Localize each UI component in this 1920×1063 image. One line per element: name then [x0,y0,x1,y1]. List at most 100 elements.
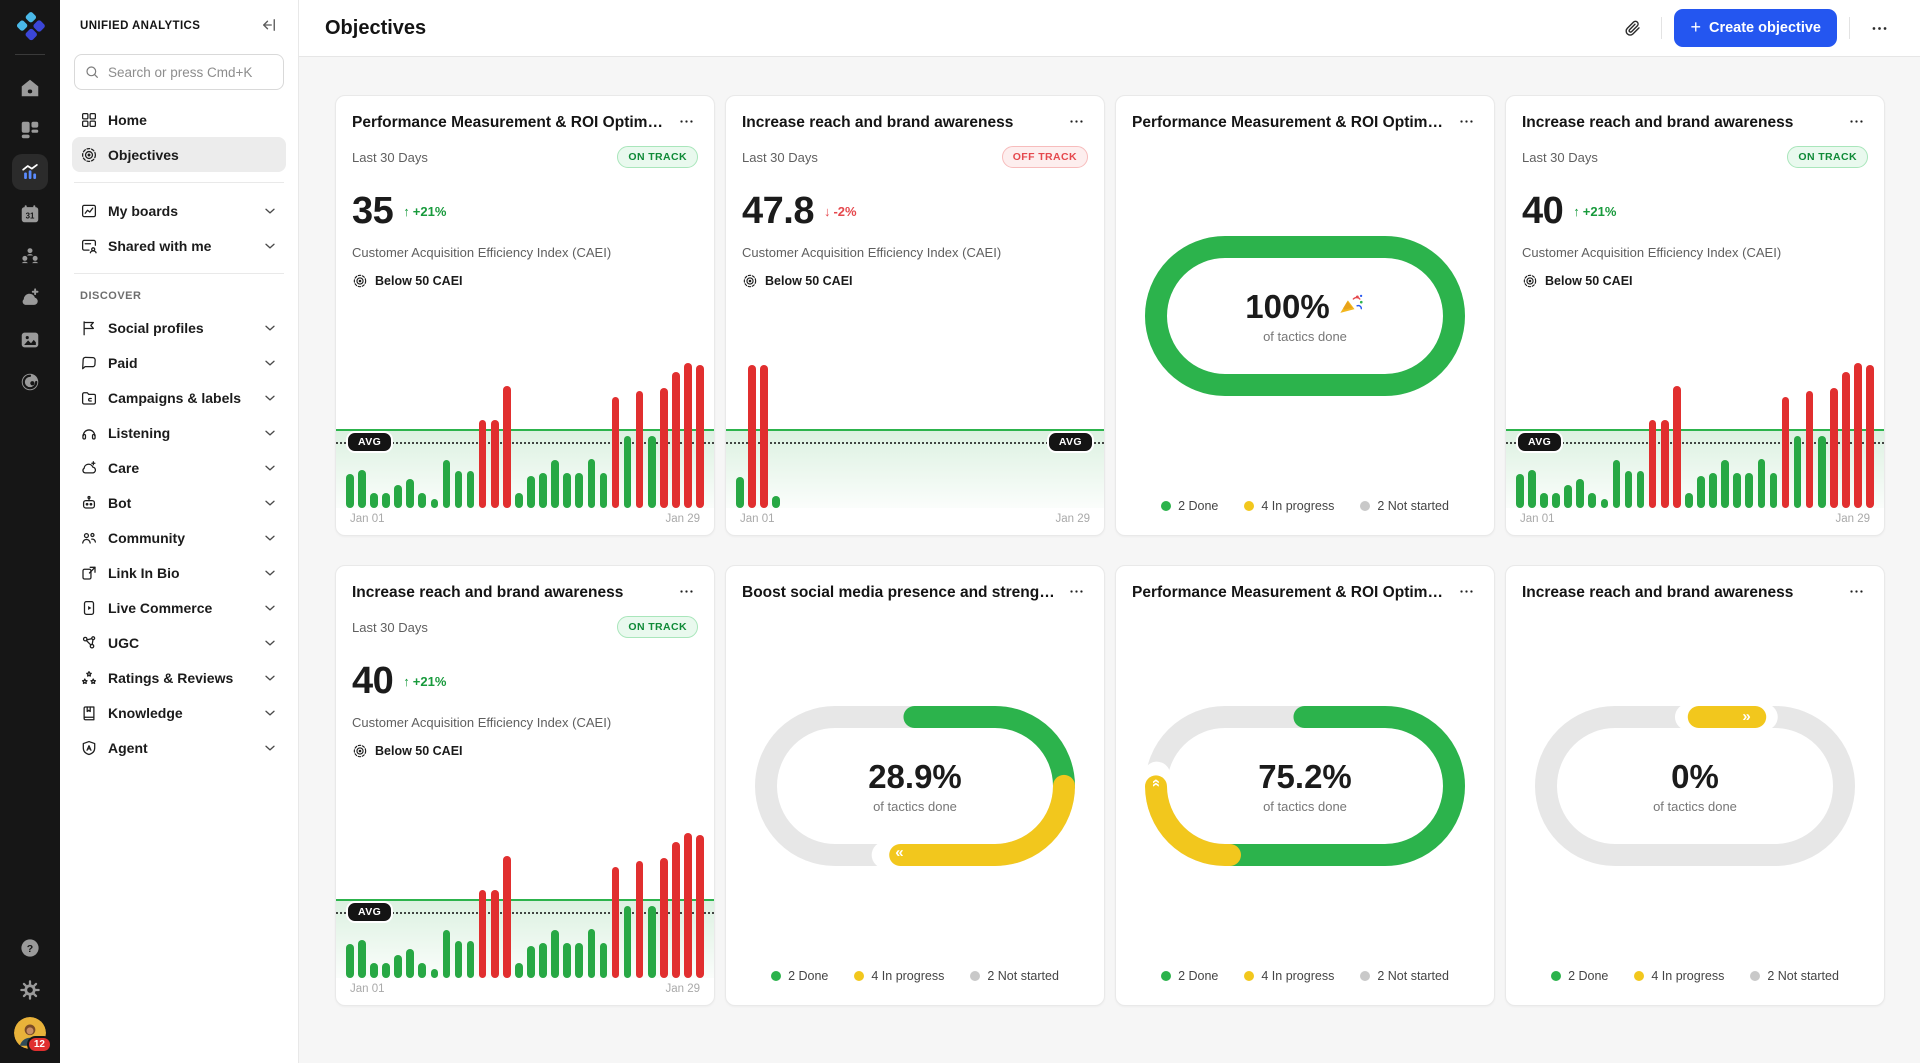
sidebar-item-my-boards[interactable]: My boards [72,193,286,228]
trend-up-icon: ↑ [403,674,410,689]
legend-dot [1360,971,1370,981]
bar [503,386,511,508]
sidebar: UNIFIED ANALYTICS HomeObjectivesMy board… [60,0,299,1063]
sidebar-item-care[interactable]: Care [72,450,286,485]
status-badge: ON TRACK [617,146,698,168]
sidebar-item-link-in-bio[interactable]: Link In Bio [72,555,286,590]
objective-card[interactable]: Performance Measurement & ROI Optimizati… [1115,95,1495,536]
ugc-icon [80,634,98,652]
ellipsis-icon [1848,113,1865,133]
target-icon [80,146,98,164]
bar [1613,460,1621,508]
sidebar-item-listening[interactable]: Listening [72,415,286,450]
period-label: Last 30 Days [742,150,818,165]
objective-card[interactable]: Boost social media presence and strength… [725,565,1105,1006]
sidebar-item-agent[interactable]: Agent [72,730,286,765]
collapse-sidebar-button[interactable] [258,15,280,37]
objective-card[interactable]: Increase reach and brand awarenessLast 3… [1505,95,1885,536]
bar [479,420,487,508]
rail-help-button[interactable]: ? [12,930,48,966]
sidebar-item-community[interactable]: Community [72,520,286,555]
app-logo[interactable] [15,11,45,41]
legend-item: 2 Done [1161,969,1218,983]
sidebar-item-objectives[interactable]: Objectives [72,137,286,172]
bar [696,835,704,978]
sidebar-item-campaigns-labels[interactable]: Campaigns & labels [72,380,286,415]
rail-gear-button[interactable] [12,972,48,1008]
card-menu-button[interactable] [674,113,698,133]
card-menu-button[interactable] [1064,113,1088,133]
legend-dot [1161,971,1171,981]
sidebar-item-label: Agent [108,740,252,756]
trend-down-icon: ↓ [824,204,831,219]
objective-card[interactable]: Performance Measurement & ROI Optimizati… [1115,565,1495,1006]
objective-card[interactable]: Increase reach and brand awareness0%of t… [1505,565,1885,1006]
sidebar-item-home[interactable]: Home [72,102,286,137]
main-area: Objectives + Create objective Performanc… [299,0,1920,1063]
rail-cloud-plus-button[interactable] [12,280,48,316]
card-menu-button[interactable] [674,583,698,603]
card-menu-button[interactable] [1454,583,1478,603]
x-axis-start: Jan 01 [740,513,775,525]
search-input[interactable] [74,54,284,90]
rail-image-button[interactable] [12,322,48,358]
bar [636,861,644,978]
copy-link-button[interactable] [1615,11,1649,45]
card-title: Performance Measurement & ROI Optimizati… [1132,583,1446,602]
x-axis-end: Jan 29 [1835,513,1870,525]
sidebar-item-ugc[interactable]: UGC [72,625,286,660]
bar [539,473,547,508]
bar [443,460,451,508]
metric-name: Customer Acquisition Efficiency Index (C… [352,245,698,260]
sidebar-item-shared-with-me[interactable]: Shared with me [72,228,286,263]
x-axis-start: Jan 01 [1520,513,1555,525]
bar [515,493,523,508]
sidebar-item-bot[interactable]: Bot [72,485,286,520]
user-avatar[interactable]: 12 [14,1017,46,1049]
board-icon [80,202,98,220]
sidebar-item-knowledge[interactable]: Knowledge [72,695,286,730]
tactics-legend: 2 Done4 In progress2 Not started [1116,499,1494,535]
create-objective-button[interactable]: + Create objective [1674,9,1837,47]
card-menu-button[interactable] [1454,113,1478,133]
tactics-percent: 100% [1245,288,1329,326]
rail-analytics-button[interactable] [12,154,48,190]
divider [74,273,284,274]
app-root: 31?12 UNIFIED ANALYTICS HomeObjectivesMy… [0,0,1920,1063]
bar [1528,470,1536,509]
tactics-subtitle: of tactics done [873,799,957,814]
page-more-button[interactable] [1862,11,1896,45]
bar [455,471,463,508]
bar [394,485,402,508]
rail-calendar-31-button[interactable]: 31 [12,196,48,232]
discover-section-label: DISCOVER [72,284,286,310]
bar [1576,479,1584,508]
objective-card[interactable]: Increase reach and brand awarenessLast 3… [335,565,715,1006]
card-menu-button[interactable] [1844,583,1868,603]
card-menu-button[interactable] [1844,113,1868,133]
rail-record-dot-button[interactable] [12,364,48,400]
sidebar-item-social-profiles[interactable]: Social profiles [72,310,286,345]
bar [1733,473,1741,508]
link-out-icon [80,564,98,582]
sidebar-item-label: Home [108,112,278,128]
rail-grid-tiles-button[interactable] [12,112,48,148]
card-menu-button[interactable] [1064,583,1088,603]
chevron-down-icon [262,635,278,651]
card-title: Increase reach and brand awareness [1522,113,1836,132]
sidebar-item-live-commerce[interactable]: Live Commerce [72,590,286,625]
legend-dot [970,971,980,981]
folder-icon [80,389,98,407]
sidebar-item-ratings-reviews[interactable]: Ratings & Reviews [72,660,286,695]
objective-card[interactable]: Performance Measurement & ROI Optimizati… [335,95,715,536]
bar [418,493,426,508]
rail-house-button[interactable] [12,70,48,106]
legend-item: 4 In progress [1634,969,1724,983]
bar [660,388,668,508]
rail-people-triad-button[interactable] [12,238,48,274]
tactics-legend: 2 Done4 In progress2 Not started [1116,969,1494,1005]
sidebar-item-label: Paid [108,355,252,371]
sidebar-item-paid[interactable]: Paid [72,345,286,380]
avg-pill: AVG [1516,431,1563,453]
objective-card[interactable]: Increase reach and brand awarenessLast 3… [725,95,1105,536]
